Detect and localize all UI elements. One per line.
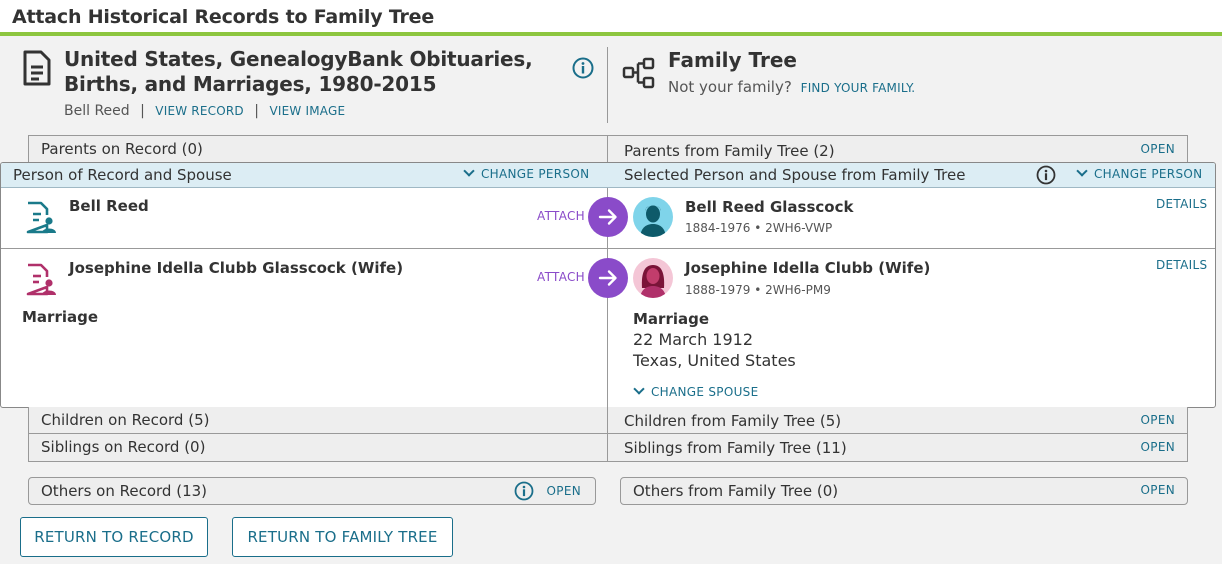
- arrow-right-icon: [598, 270, 617, 286]
- title-bar: Attach Historical Records to Family Tree: [0, 0, 1222, 36]
- siblings-from-tree-label: Siblings from Family Tree (11): [624, 439, 847, 457]
- record-marriage-label: Marriage: [22, 308, 99, 326]
- change-person-label: CHANGE PERSON: [481, 167, 590, 181]
- parents-row: Parents on Record (0) Parents from Famil…: [28, 135, 1188, 163]
- card-header: Person of Record and Spouse CHANGE PERSO…: [1, 163, 1215, 188]
- return-to-record-button[interactable]: RETURN TO RECORD: [20, 517, 208, 557]
- column-divider: [607, 135, 608, 163]
- info-icon[interactable]: [1036, 165, 1056, 185]
- others-tree-open-link[interactable]: OPEN: [1141, 483, 1175, 497]
- tree-person-1-meta: 1884-1976 • 2WH6-VWP: [685, 221, 833, 235]
- change-spouse-button[interactable]: CHANGE SPOUSE: [633, 383, 759, 399]
- tree-person-1-name[interactable]: Bell Reed Glasscock: [685, 198, 853, 216]
- others-from-tree-label: Others from Family Tree (0): [633, 482, 839, 500]
- record-person-1-name: Bell Reed: [69, 197, 149, 215]
- details-link-2[interactable]: DETAILS: [1156, 258, 1207, 272]
- separator: |: [140, 103, 145, 119]
- change-spouse-label: CHANGE SPOUSE: [651, 385, 759, 399]
- tree-person-2-meta: 1888-1979 • 2WH6-PM9: [685, 283, 831, 297]
- female-avatar: [633, 258, 673, 298]
- attach-link-1[interactable]: ATTACH: [537, 209, 585, 223]
- chevron-down-icon: [1076, 165, 1088, 177]
- others-from-tree-row: Others from Family Tree (0) OPEN: [620, 477, 1188, 505]
- siblings-open-link[interactable]: OPEN: [1141, 440, 1175, 454]
- children-from-tree-label: Children from Family Tree (5): [624, 412, 842, 430]
- tree-subline: Not your family? FIND YOUR FAMILY.: [668, 78, 915, 96]
- column-divider: [607, 407, 608, 462]
- tree-person-2-name[interactable]: Josephine Idella Clubb (Wife): [685, 259, 930, 277]
- children-open-link[interactable]: OPEN: [1141, 413, 1175, 427]
- attach-arrow-button-1[interactable]: [588, 197, 628, 237]
- not-your-family-text: Not your family?: [668, 78, 792, 96]
- row-divider: [29, 433, 1187, 434]
- marriage-date: 22 March 1912: [633, 330, 754, 349]
- chevron-down-icon: [633, 383, 645, 395]
- card-row-divider: [1, 248, 1215, 249]
- return-to-family-tree-button[interactable]: RETURN TO FAMILY TREE: [232, 517, 453, 557]
- others-record-open-link[interactable]: OPEN: [547, 484, 581, 498]
- info-icon[interactable]: [514, 481, 534, 501]
- parents-from-tree-label: Parents from Family Tree (2): [624, 142, 835, 160]
- info-icon[interactable]: [572, 57, 594, 79]
- attach-link-2[interactable]: ATTACH: [537, 270, 585, 284]
- record-subline: Bell Reed | VIEW RECORD | VIEW IMAGE: [64, 103, 345, 119]
- others-on-record-row: Others on Record (13) OPEN: [28, 477, 596, 505]
- children-siblings-block: Children on Record (5) Children from Fam…: [28, 407, 1188, 462]
- arrow-right-icon: [598, 209, 617, 225]
- record-collection-title: United States, GenealogyBank Obituaries,…: [64, 47, 533, 96]
- record-person-name: Bell Reed: [64, 103, 130, 119]
- change-person-left-button[interactable]: CHANGE PERSON: [463, 165, 590, 181]
- header-divider: [607, 47, 608, 123]
- family-tree-title: Family Tree: [668, 48, 797, 72]
- chevron-down-icon: [463, 165, 475, 177]
- parents-open-link[interactable]: OPEN: [1141, 142, 1175, 156]
- details-link-1[interactable]: DETAILS: [1156, 197, 1207, 211]
- attach-arrow-button-2[interactable]: [588, 258, 628, 298]
- family-tree-icon: [622, 57, 655, 89]
- view-record-link[interactable]: VIEW RECORD: [155, 104, 244, 118]
- find-your-family-link[interactable]: FIND YOUR FAMILY.: [801, 81, 916, 95]
- document-icon: [23, 50, 51, 86]
- parents-on-record-label: Parents on Record (0): [41, 140, 203, 158]
- marriage-place: Texas, United States: [633, 351, 796, 370]
- record-person-2-name: Josephine Idella Clubb Glasscock (Wife): [69, 259, 404, 277]
- page-title: Attach Historical Records to Family Tree: [12, 6, 435, 28]
- siblings-on-record-label: Siblings on Record (0): [41, 438, 206, 456]
- tree-marriage-label: Marriage: [633, 310, 710, 328]
- person-spouse-card: Person of Record and Spouse CHANGE PERSO…: [0, 162, 1216, 408]
- person-of-record-header: Person of Record and Spouse: [13, 166, 232, 184]
- change-person-right-button[interactable]: CHANGE PERSON: [1076, 165, 1203, 181]
- female-record-icon: [26, 263, 56, 296]
- male-avatar: [633, 197, 673, 237]
- others-on-record-label: Others on Record (13): [41, 482, 208, 500]
- view-image-link[interactable]: VIEW IMAGE: [269, 104, 345, 118]
- male-record-icon: [26, 201, 56, 234]
- separator: |: [254, 103, 260, 119]
- selected-person-header: Selected Person and Spouse from Family T…: [624, 166, 966, 184]
- change-person-label: CHANGE PERSON: [1094, 167, 1203, 181]
- children-on-record-label: Children on Record (5): [41, 411, 210, 429]
